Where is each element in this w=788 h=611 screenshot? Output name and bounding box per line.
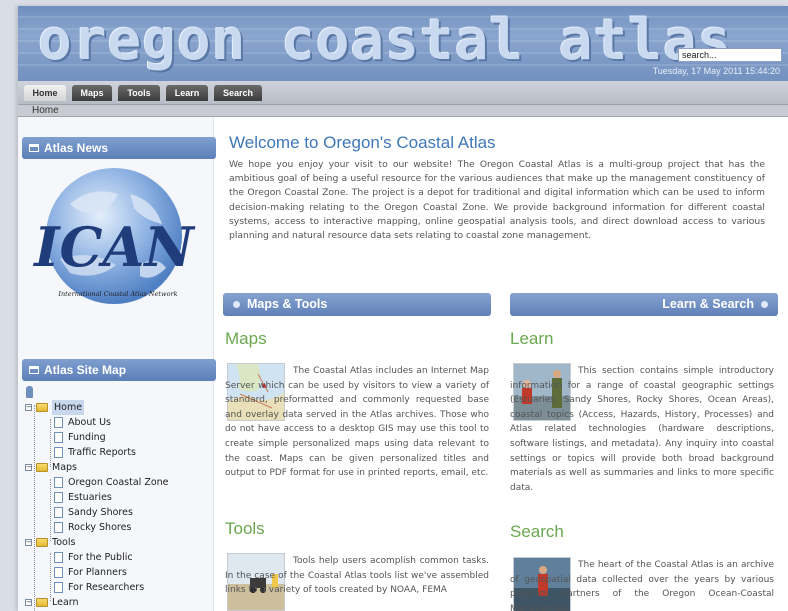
tree-label-maps[interactable]: Maps [52,460,77,475]
page-icon [54,432,63,443]
tree-item-planners[interactable]: For Planners [24,565,212,580]
tree-label-estuaries[interactable]: Estuaries [68,490,112,505]
page-icon [54,522,63,533]
maps-tools-title: Maps & Tools [247,297,328,311]
nav-bar: Home Maps Tools Learn Search [18,81,788,105]
collapse-icon[interactable]: − [25,599,32,606]
tree-label-traffic[interactable]: Traffic Reports [68,445,136,460]
collapse-icon[interactable]: − [25,464,32,471]
tree-label-funding[interactable]: Funding [68,430,106,445]
tree-label-planners[interactable]: For Planners [68,565,127,580]
site-title: oregon coastal atlas [38,8,733,73]
tree-item-sandy[interactable]: Sandy Shores [24,505,212,520]
folder-icon [36,538,48,547]
list-icon [29,144,39,152]
tab-learn[interactable]: Learn [166,85,208,101]
learn-paragraph: This section contains simple introductor… [510,366,774,493]
tree-item-estuaries[interactable]: Estuaries [24,490,212,505]
maps-title[interactable]: Maps [225,329,267,349]
tree-label-rocky[interactable]: Rocky Shores [68,520,131,535]
tree-label-public[interactable]: For the Public [68,550,133,565]
tab-tools[interactable]: Tools [118,85,160,101]
ican-caption: International Coastal Atlas Network [58,290,178,298]
tree-root [24,385,212,400]
tree-label-learn[interactable]: Learn [52,595,79,610]
page-icon [54,582,63,593]
tab-maps[interactable]: Maps [72,85,112,101]
search-paragraph: The heart of the Coastal Atlas is an arc… [510,560,774,611]
site-map-tree: − Home About Us Funding Traffic Reports … [24,385,212,611]
tree-item-rocky[interactable]: Rocky Shores [24,520,212,535]
folder-icon [36,463,48,472]
learn-search-header: Learn & Search [510,293,778,316]
tools-paragraph: Tools help users acomplish common tasks.… [225,556,489,596]
list-icon [29,366,39,374]
header-banner: oregon coastal atlas Tuesday, 17 May 201… [18,6,788,81]
tree-label-about[interactable]: About Us [68,415,111,430]
page-icon [54,552,63,563]
breadcrumb[interactable]: Home [32,105,59,117]
tab-home[interactable]: Home [24,85,66,101]
tree-item-public[interactable]: For the Public [24,550,212,565]
tree-item-about[interactable]: About Us [24,415,212,430]
tree-item-traffic[interactable]: Traffic Reports [24,445,212,460]
tree-label-sandy[interactable]: Sandy Shores [68,505,133,520]
tree-item-funding[interactable]: Funding [24,430,212,445]
site-map-title: Atlas Site Map [44,363,127,377]
atlas-news-title: Atlas News [44,141,109,155]
collapse-icon[interactable]: − [25,539,32,546]
tab-search[interactable]: Search [214,85,262,101]
datetime-text: Tuesday, 17 May 2011 15:44:20 [652,66,780,76]
main-content: Welcome to Oregon's Coastal Atlas We hop… [223,117,783,611]
tree-item-maps[interactable]: − Maps [24,460,212,475]
folder-icon [36,598,48,607]
page-icon [54,567,63,578]
tree-item-home[interactable]: − Home [24,400,212,415]
tree-label-ocz[interactable]: Oregon Coastal Zone [68,475,169,490]
page-icon [54,507,63,518]
page: oregon coastal atlas Tuesday, 17 May 201… [18,6,788,611]
page-icon [54,477,63,488]
sidebar: Atlas News ICAN International Coastal At… [18,117,216,611]
tree-item-learn[interactable]: − Learn [24,595,212,610]
atlas-news-header: Atlas News [22,137,216,159]
page-icon [54,447,63,458]
maps-paragraph: The Coastal Atlas includes an Internet M… [225,366,489,479]
bullet-icon [233,301,240,308]
tree-label-researchers[interactable]: For Researchers [68,580,144,595]
page-icon [54,492,63,503]
user-icon [26,386,33,398]
tree-label-tools[interactable]: Tools [52,535,75,550]
learn-title[interactable]: Learn [510,329,553,349]
tools-title[interactable]: Tools [225,519,265,539]
learn-search-title: Learn & Search [662,297,754,311]
tree-label-home[interactable]: Home [52,400,85,415]
search-title[interactable]: Search [510,522,564,542]
tree-item-tools[interactable]: − Tools [24,535,212,550]
welcome-paragraph: We hope you enjoy your visit to our webs… [229,159,765,242]
tree-item-ocz[interactable]: Oregon Coastal Zone [24,475,212,490]
maps-tools-header: Maps & Tools [223,293,491,316]
bullet-icon [761,301,768,308]
tree-item-researchers[interactable]: For Researchers [24,580,212,595]
ican-logo-text: ICAN [32,215,196,279]
site-map-header: Atlas Site Map [22,359,216,381]
collapse-icon[interactable]: − [25,404,32,411]
breadcrumb-bar: Home [18,105,788,117]
page-title: Welcome to Oregon's Coastal Atlas [229,133,496,152]
search-input[interactable] [678,48,782,62]
folder-icon [36,403,48,412]
page-icon [54,417,63,428]
